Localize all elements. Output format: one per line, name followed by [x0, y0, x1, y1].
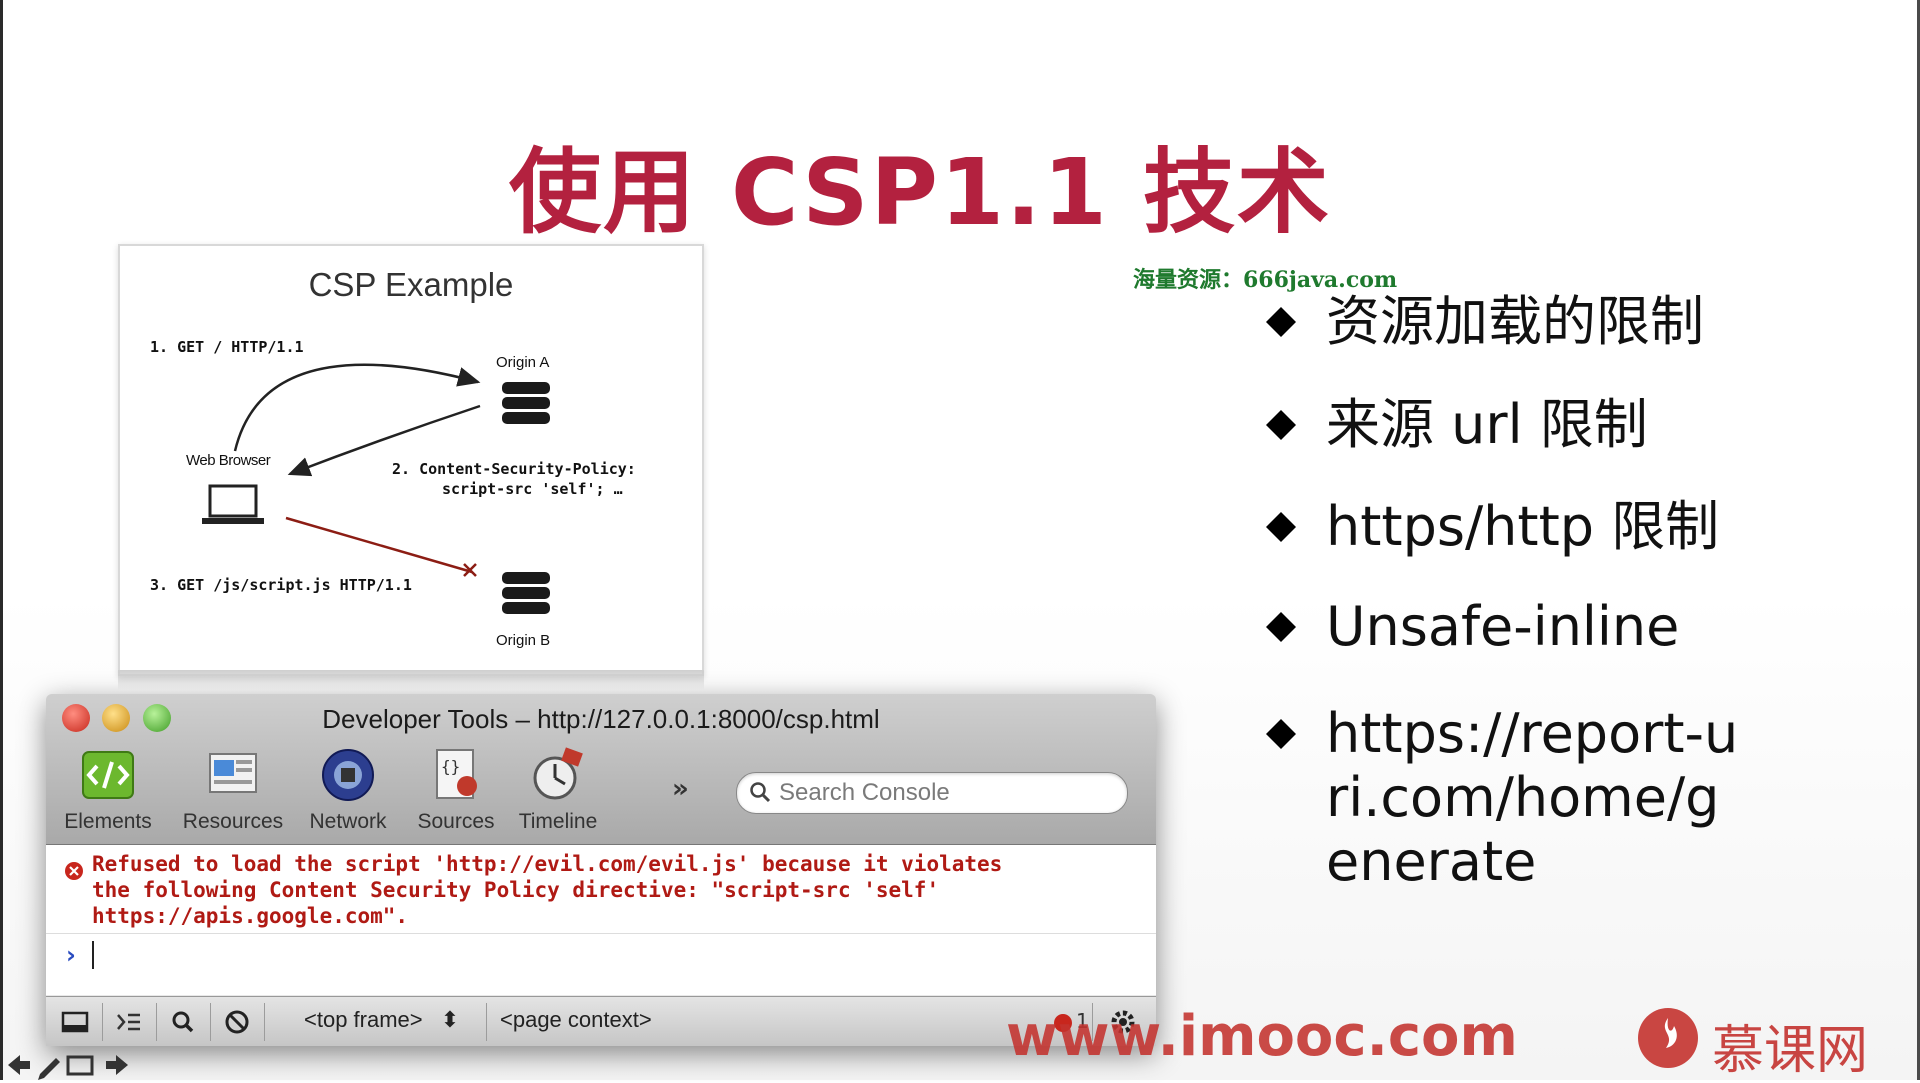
- tool-sources[interactable]: {} Sources: [406, 746, 506, 834]
- frame-select-value: <top frame>: [304, 1007, 423, 1032]
- console-drawer-icon[interactable]: [108, 1005, 150, 1039]
- bullet-item: 来源 url 限制: [1258, 393, 1648, 457]
- separator: [264, 1003, 265, 1041]
- network-icon: [322, 749, 374, 801]
- separator: [486, 1003, 487, 1041]
- elements-icon: [82, 751, 134, 799]
- request-arrow: [233, 363, 481, 452]
- diamond-icon: [1266, 512, 1296, 542]
- bullet-text: Unsafe-inline: [1326, 595, 1680, 658]
- laptop-icon: [202, 484, 264, 524]
- prev-slide-icon: [8, 1055, 30, 1075]
- search-icon: [750, 782, 771, 803]
- menu-icon: [66, 1055, 94, 1076]
- console-prompt: ›: [66, 941, 76, 969]
- devtools-window: Developer Tools – http://127.0.0.1:8000/…: [46, 694, 1156, 1046]
- blocked-request-line: [285, 516, 473, 574]
- clear-console-icon[interactable]: [216, 1005, 258, 1039]
- diamond-icon: [1266, 612, 1296, 642]
- pen-icon: [38, 1058, 60, 1080]
- bullet-text: https/http 限制: [1326, 495, 1720, 558]
- context-select-value: <page context>: [500, 1007, 652, 1032]
- diamond-icon: [1266, 410, 1296, 440]
- console-error-message: Refused to load the script 'http://evil.…: [92, 852, 1003, 928]
- devtools-title: Developer Tools – http://127.0.0.1:8000/…: [322, 704, 880, 734]
- dock-icon[interactable]: [54, 1005, 96, 1039]
- tool-elements[interactable]: Elements: [58, 746, 158, 834]
- bullet-item: Unsafe-inline: [1258, 595, 1679, 659]
- frame-select[interactable]: <top frame> ⬍: [304, 1007, 459, 1033]
- bullet-text: 资源加载的限制: [1326, 290, 1704, 353]
- imooc-flame-logo-icon: [1638, 1008, 1698, 1068]
- bullet-text: 来源 url 限制: [1326, 393, 1648, 456]
- devtools-toolbar: Developer Tools – http://127.0.0.1:8000/…: [46, 694, 1156, 845]
- console-error-row: Refused to load the script 'http://evil.…: [46, 845, 1156, 934]
- server-b-icon: [502, 572, 550, 614]
- tool-label: Resources: [182, 810, 284, 833]
- search-console-input[interactable]: [777, 777, 1121, 809]
- tool-label: Timeline: [518, 810, 598, 833]
- devtools-statusbar: <top frame> ⬍ <page context> 1: [46, 996, 1156, 1046]
- slide-nav-controls[interactable]: [4, 1050, 134, 1080]
- separator: [210, 1003, 211, 1041]
- csp-diagram-graphics: [202, 363, 550, 614]
- svg-text:{}: {}: [441, 757, 460, 776]
- slide: 使用 CSP1.1 技术 CSP Example 1. GET / HTTP/1…: [0, 0, 1920, 1081]
- console-input-caret[interactable]: [92, 941, 94, 969]
- response-arrow: [287, 404, 481, 477]
- bullet-item: https://report-uri.com/home/generate: [1258, 702, 1746, 894]
- tool-timeline[interactable]: Timeline: [508, 746, 608, 834]
- context-select[interactable]: <page context>: [500, 1007, 652, 1033]
- more-tools-button[interactable]: »: [672, 774, 689, 804]
- card-shadow: [118, 670, 704, 690]
- imooc-cn-name: 慕课网: [1712, 1021, 1869, 1081]
- bullet-item: 资源加载的限制: [1258, 290, 1704, 354]
- bullet-text: https://report-uri.com/home/generate: [1326, 702, 1739, 893]
- tool-network[interactable]: Network: [298, 746, 398, 834]
- slide-title: 使用 CSP1.1 技术: [509, 139, 1331, 246]
- bullet-item: https/http 限制: [1258, 495, 1719, 559]
- tool-resources[interactable]: Resources: [178, 746, 288, 834]
- tool-label: Sources: [417, 810, 495, 833]
- resources-icon: [209, 753, 257, 793]
- diamond-icon: [1266, 719, 1296, 749]
- next-slide-icon: [106, 1055, 128, 1075]
- tool-label: Network: [309, 810, 387, 833]
- search-console-box[interactable]: [736, 772, 1128, 814]
- sources-icon: {}: [436, 749, 477, 799]
- separator: [156, 1003, 157, 1041]
- separator: [102, 1003, 103, 1041]
- server-a-icon: [502, 382, 550, 424]
- diamond-icon: [1266, 307, 1296, 337]
- timeline-icon: [533, 747, 583, 800]
- imooc-site-watermark: www.imooc.com: [1006, 1004, 1518, 1069]
- select-arrows-icon: ⬍: [440, 1007, 460, 1032]
- search-icon[interactable]: [162, 1005, 204, 1039]
- console-panel[interactable]: Refused to load the script 'http://evil.…: [46, 845, 1156, 995]
- csp-example-card: CSP Example 1. GET / HTTP/1.1 Origin A W…: [118, 244, 704, 676]
- tool-label: Elements: [64, 810, 152, 833]
- error-icon: [65, 862, 83, 880]
